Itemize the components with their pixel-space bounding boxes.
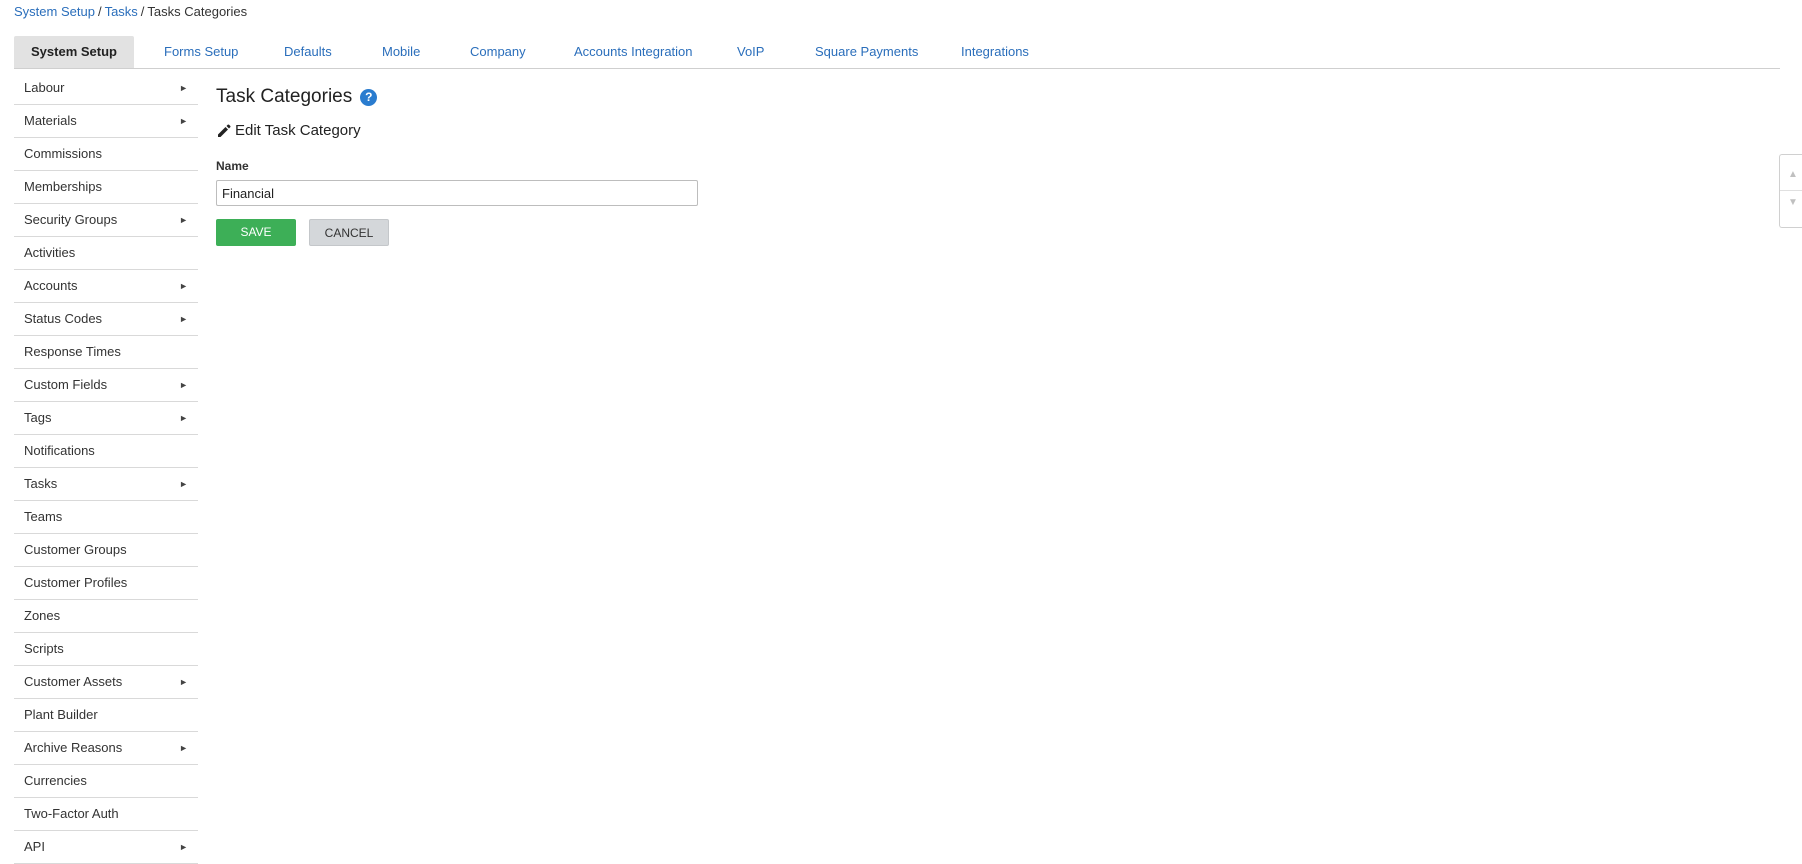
section-title-text: Edit Task Category: [235, 122, 361, 139]
pencil-icon: [218, 124, 231, 137]
triangle-down-icon[interactable]: ▼: [1788, 197, 1798, 208]
breadcrumb-separator: /: [140, 4, 145, 19]
sidebar-item-security-groups[interactable]: Security Groups ►: [14, 204, 198, 237]
sidebar-item-label: Materials: [24, 113, 77, 128]
sidebar-item-label: Memberships: [24, 179, 103, 194]
caret-right-icon: ►: [179, 116, 188, 126]
sidebar-item-label: Teams: [24, 509, 63, 524]
sidebar-item-teams[interactable]: Teams: [14, 501, 198, 534]
breadcrumb-separator: /: [97, 4, 102, 19]
sidebar-item-notifications[interactable]: Notifications: [14, 435, 198, 468]
breadcrumb-link-system-setup[interactable]: System Setup: [14, 4, 95, 19]
sidebar-item-commissions[interactable]: Commissions: [14, 138, 198, 171]
sidebar-item-api[interactable]: API ►: [14, 831, 198, 864]
sidebar-item-customer-assets[interactable]: Customer Assets ►: [14, 666, 198, 699]
caret-right-icon: ►: [179, 281, 188, 291]
sidebar: Labour ► Materials ► Commissions Membershi…: [14, 72, 198, 864]
sidebar-item-label: Two-Factor Auth: [24, 806, 119, 821]
top-tabs: System Setup Forms Setup Defaults Mobile…: [14, 36, 1780, 69]
section-title: Edit Task Category: [216, 122, 698, 139]
sidebar-item-archive-reasons[interactable]: Archive Reasons ►: [14, 732, 198, 765]
main-content: Task Categories ? Edit Task Category Nam…: [216, 86, 698, 246]
sidebar-item-label: Customer Assets: [24, 674, 123, 689]
sidebar-item-currencies[interactable]: Currencies: [14, 765, 198, 798]
sidebar-item-label: Activities: [24, 245, 76, 260]
sidebar-item-label: Tags: [24, 410, 52, 425]
sidebar-item-response-times[interactable]: Response Times: [14, 336, 198, 369]
sidebar-item-label: Notifications: [24, 443, 95, 458]
sidebar-item-label: Scripts: [24, 641, 64, 656]
sidebar-item-label: Response Times: [24, 344, 121, 359]
sidebar-item-labour[interactable]: Labour ►: [14, 72, 198, 105]
tab-mobile[interactable]: Mobile: [382, 36, 420, 68]
sidebar-item-memberships[interactable]: Memberships: [14, 171, 198, 204]
sidebar-item-label: Customer Groups: [24, 542, 127, 557]
sidebar-item-label: Security Groups: [24, 212, 118, 227]
breadcrumb-current: Tasks Categories: [147, 4, 248, 19]
sidebar-item-label: Tasks: [24, 476, 58, 491]
scroll-widget-divider: [1780, 190, 1802, 191]
name-input[interactable]: [216, 180, 698, 206]
sidebar-item-label: Customer Profiles: [24, 575, 128, 590]
tab-square-payments[interactable]: Square Payments: [815, 36, 918, 68]
question-circle-icon[interactable]: ?: [360, 88, 378, 106]
scroll-widget: ▲ ▼: [1779, 154, 1802, 228]
caret-right-icon: ►: [179, 842, 188, 852]
sidebar-item-label: Currencies: [24, 773, 87, 788]
tab-company[interactable]: Company: [470, 36, 526, 68]
cancel-button[interactable]: CANCEL: [309, 219, 389, 246]
tab-system-setup[interactable]: System Setup: [14, 36, 134, 68]
sidebar-item-two-factor-auth[interactable]: Two-Factor Auth: [14, 798, 198, 831]
sidebar-item-label: Commissions: [24, 146, 103, 161]
sidebar-item-customer-profiles[interactable]: Customer Profiles: [14, 567, 198, 600]
caret-right-icon: ►: [179, 743, 188, 753]
sidebar-item-tags[interactable]: Tags ►: [14, 402, 198, 435]
sidebar-item-status-codes[interactable]: Status Codes ►: [14, 303, 198, 336]
breadcrumb-link-tasks[interactable]: Tasks: [105, 4, 138, 19]
sidebar-item-label: Archive Reasons: [24, 740, 123, 755]
caret-right-icon: ►: [179, 380, 188, 390]
sidebar-item-label: Custom Fields: [24, 377, 108, 392]
sidebar-item-custom-fields[interactable]: Custom Fields ►: [14, 369, 198, 402]
page-title: Task Categories: [216, 86, 353, 107]
tab-voip[interactable]: VoIP: [737, 36, 764, 68]
caret-right-icon: ►: [179, 479, 188, 489]
form-actions: SAVE CANCEL: [216, 219, 698, 246]
triangle-up-icon[interactable]: ▲: [1788, 169, 1798, 180]
breadcrumb: System Setup / Tasks / Tasks Categories: [14, 4, 247, 19]
name-field-label: Name: [216, 159, 249, 173]
sidebar-item-tasks[interactable]: Tasks ►: [14, 468, 198, 501]
tab-forms-setup[interactable]: Forms Setup: [164, 36, 238, 68]
caret-right-icon: ►: [179, 83, 188, 93]
sidebar-item-label: Accounts: [24, 278, 78, 293]
caret-right-icon: ►: [179, 215, 188, 225]
sidebar-item-scripts[interactable]: Scripts: [14, 633, 198, 666]
title-row: Task Categories ?: [216, 86, 698, 108]
sidebar-item-label: Zones: [24, 608, 61, 623]
caret-right-icon: ►: [179, 314, 188, 324]
tab-integrations[interactable]: Integrations: [961, 36, 1029, 68]
save-button[interactable]: SAVE: [216, 219, 296, 246]
tab-accounts-integration[interactable]: Accounts Integration: [574, 36, 693, 68]
sidebar-item-plant-builder[interactable]: Plant Builder: [14, 699, 198, 732]
sidebar-item-activities[interactable]: Activities: [14, 237, 198, 270]
sidebar-item-label: Plant Builder: [24, 707, 98, 722]
sidebar-item-zones[interactable]: Zones: [14, 600, 198, 633]
caret-right-icon: ►: [179, 677, 188, 687]
caret-right-icon: ►: [179, 413, 188, 423]
tab-defaults[interactable]: Defaults: [284, 36, 332, 68]
sidebar-item-materials[interactable]: Materials ►: [14, 105, 198, 138]
sidebar-item-accounts[interactable]: Accounts ►: [14, 270, 198, 303]
sidebar-item-label: API: [24, 839, 45, 854]
sidebar-item-label: Status Codes: [24, 311, 103, 326]
sidebar-item-label: Labour: [24, 80, 65, 95]
sidebar-item-customer-groups[interactable]: Customer Groups: [14, 534, 198, 567]
